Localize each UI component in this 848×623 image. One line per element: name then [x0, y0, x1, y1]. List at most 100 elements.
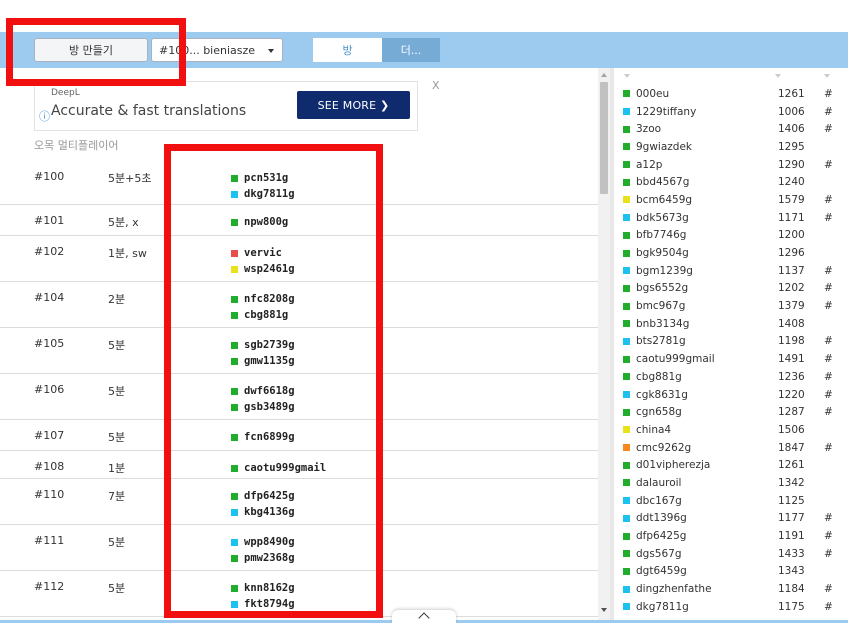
status-square-icon: [231, 508, 238, 516]
room-players: dwf6618g gsb3489g: [231, 383, 295, 415]
scrollbar-thumb[interactable]: [600, 82, 608, 194]
room-row[interactable]: #106 5분 dwf6618g gsb3489g: [0, 374, 598, 420]
room-time-control: 7분: [108, 490, 126, 503]
room-id: #101: [34, 214, 65, 227]
room-row[interactable]: #100 5분+5초 pcn531g dkg7811g: [0, 161, 598, 205]
player-name: wpp8490g: [244, 536, 295, 548]
room-player[interactable]: sgb2739g: [231, 337, 295, 353]
room-player[interactable]: npw800g: [231, 214, 288, 230]
user-row[interactable]: 3zoo 1406 #: [623, 120, 848, 138]
room-list-scrollbar[interactable]: [598, 68, 610, 623]
status-square-icon: [231, 554, 238, 562]
room-player[interactable]: wpp8490g: [231, 534, 295, 550]
ad-banner[interactable]: DeepL ⓘ Accurate & fast translations SEE…: [34, 81, 418, 131]
user-row[interactable]: dgs567g 1433 #: [623, 545, 848, 563]
room-row[interactable]: #111 5분 wpp8490g pmw2368g: [0, 525, 598, 571]
room-player[interactable]: pmw2368g: [231, 550, 295, 566]
chevron-up-icon: [418, 612, 430, 623]
user-row[interactable]: 9gwiazdek 1295: [623, 138, 848, 156]
room-player[interactable]: vervic: [231, 245, 295, 261]
room-row[interactable]: #105 5분 sgb2739g gmw1135g: [0, 328, 598, 374]
user-row[interactable]: cmc9262g 1847 #: [623, 439, 848, 457]
user-rating: 1261: [778, 87, 805, 100]
scroll-down-icon[interactable]: [601, 608, 607, 612]
user-row[interactable]: dfp6425g 1191 #: [623, 527, 848, 545]
user-row[interactable]: dbc167g 1125: [623, 492, 848, 510]
scroll-up-icon[interactable]: [601, 73, 607, 77]
room-time-control: 2분: [108, 293, 126, 306]
user-row[interactable]: bgs6552g 1202 #: [623, 280, 848, 298]
room-player[interactable]: knn8162g: [231, 580, 295, 596]
room-id: #102: [34, 245, 65, 258]
user-row[interactable]: bbd4567g 1240: [623, 173, 848, 191]
ad-see-more-button[interactable]: SEE MORE ❯: [297, 91, 410, 119]
user-row[interactable]: bnb3134g 1408: [623, 315, 848, 333]
user-row[interactable]: cbg881g 1236 #: [623, 368, 848, 386]
user-row[interactable]: 1229tiffany 1006 #: [623, 103, 848, 121]
user-name: bts2781g: [636, 335, 686, 348]
user-rating: 1343: [778, 565, 805, 578]
room-player[interactable]: wsp2461g: [231, 261, 295, 277]
room-player[interactable]: cbg881g: [231, 307, 295, 323]
tab-more[interactable]: 더...: [382, 38, 440, 62]
room-player[interactable]: dkg7811g: [231, 186, 295, 202]
user-row[interactable]: bmc967g 1379 #: [623, 297, 848, 315]
sort-rating-icon[interactable]: [775, 74, 781, 78]
room-time-control: 1분, sw: [108, 247, 147, 260]
room-player[interactable]: dfp6425g: [231, 488, 295, 504]
tab-room[interactable]: 방: [313, 38, 382, 62]
room-row[interactable]: #101 5분, x npw800g: [0, 205, 598, 236]
user-name: dalauroil: [636, 476, 682, 489]
room-row[interactable]: #104 2분 nfc8208g cbg881g: [0, 282, 598, 328]
user-row[interactable]: cgk8631g 1220 #: [623, 386, 848, 404]
info-icon[interactable]: ⓘ: [39, 108, 50, 124]
user-row[interactable]: cgn658g 1287 #: [623, 403, 848, 421]
room-id: #105: [34, 337, 65, 350]
room-player[interactable]: gmw1135g: [231, 353, 295, 369]
room-player[interactable]: nfc8208g: [231, 291, 295, 307]
user-row[interactable]: caotu999gmail 1491 #: [623, 350, 848, 368]
expand-tab[interactable]: [392, 610, 456, 623]
sort-name-icon[interactable]: [624, 74, 630, 78]
ad-close-button[interactable]: X: [432, 79, 440, 92]
sort-mark-icon[interactable]: [824, 74, 830, 78]
user-name: bgk9504g: [636, 247, 689, 260]
room-row[interactable]: #112 5분 knn8162g fkt8794g: [0, 571, 598, 617]
room-select[interactable]: #100... bieniasze: [151, 38, 283, 62]
room-player[interactable]: kbg4136g: [231, 504, 295, 520]
user-row[interactable]: dgt6459g 1343: [623, 563, 848, 581]
status-square-icon: [623, 231, 630, 239]
room-player[interactable]: dwf6618g: [231, 383, 295, 399]
status-square-icon: [231, 311, 238, 319]
user-row[interactable]: bdk5673g 1171 #: [623, 209, 848, 227]
room-row[interactable]: #110 7분 dfp6425g kbg4136g: [0, 479, 598, 525]
player-name: caotu999gmail: [244, 462, 327, 474]
user-rating: 1290: [778, 158, 805, 171]
user-row[interactable]: d01vipherezja 1261: [623, 456, 848, 474]
user-row[interactable]: dingzhenfathe 1184 #: [623, 580, 848, 598]
room-player[interactable]: pcn531g: [231, 170, 295, 186]
room-player[interactable]: gsb3489g: [231, 399, 295, 415]
room-row[interactable]: #108 1분 caotu999gmail: [0, 451, 598, 479]
room-row[interactable]: #107 5분 fcn6899g: [0, 420, 598, 451]
user-row[interactable]: bcm6459g 1579 #: [623, 191, 848, 209]
user-row[interactable]: bgm1239g 1137 #: [623, 262, 848, 280]
room-player[interactable]: fkt8794g: [231, 596, 295, 612]
status-square-icon: [623, 302, 630, 310]
user-row[interactable]: bfb7746g 1200: [623, 227, 848, 245]
room-player[interactable]: fcn6899g: [231, 429, 295, 445]
user-row[interactable]: dalauroil 1342: [623, 474, 848, 492]
user-row[interactable]: 000eu 1261 #: [623, 85, 848, 103]
room-player[interactable]: caotu999gmail: [231, 460, 326, 476]
room-row[interactable]: #102 1분, sw vervic wsp2461g: [0, 236, 598, 282]
status-square-icon: [623, 178, 630, 186]
user-row[interactable]: bgk9504g 1296: [623, 244, 848, 262]
user-row[interactable]: dkg7811g 1175 #: [623, 598, 848, 616]
room-players: dfp6425g kbg4136g: [231, 488, 295, 520]
user-row[interactable]: bts2781g 1198 #: [623, 333, 848, 351]
user-row[interactable]: china4 1506: [623, 421, 848, 439]
user-row[interactable]: a12p 1290 #: [623, 156, 848, 174]
user-row[interactable]: ddt1396g 1177 #: [623, 510, 848, 528]
make-room-button[interactable]: 방 만들기: [34, 38, 148, 62]
user-name: bbd4567g: [636, 176, 690, 189]
